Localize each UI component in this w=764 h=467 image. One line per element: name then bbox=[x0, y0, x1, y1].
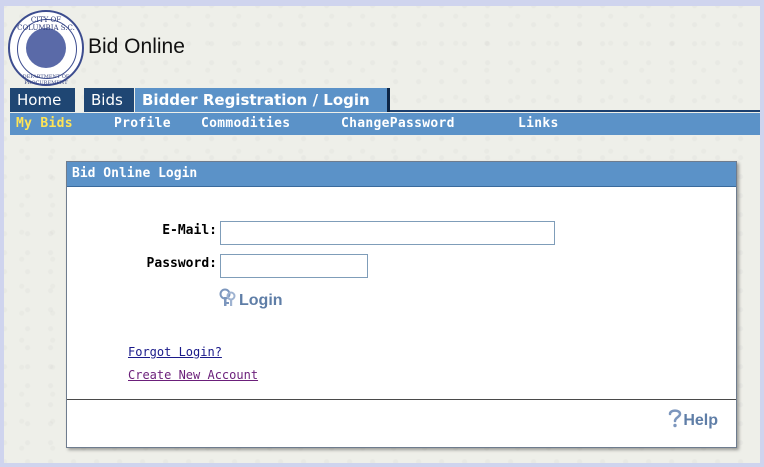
tab-home[interactable]: Home bbox=[10, 88, 75, 112]
login-button-label: Login bbox=[239, 291, 283, 309]
city-seal-logo: CITY OF COLUMBIA S.C. DEPARTMENT OF PROC… bbox=[8, 10, 84, 86]
tab-underline bbox=[390, 110, 764, 112]
email-field[interactable] bbox=[220, 221, 555, 245]
subnav-my-bids[interactable]: My Bids bbox=[16, 116, 73, 131]
create-account-link[interactable]: Create New Account bbox=[128, 368, 258, 382]
app-title: Bid Online bbox=[88, 35, 185, 58]
login-panel-title: Bid Online Login bbox=[67, 162, 736, 187]
login-panel: Bid Online Login E-Mail: Password: Login… bbox=[66, 161, 737, 448]
login-button[interactable]: Login bbox=[219, 288, 283, 313]
question-mark-icon bbox=[668, 408, 682, 433]
password-field[interactable] bbox=[220, 254, 368, 278]
top-band bbox=[0, 0, 764, 6]
tab-bidder-registration-login[interactable]: Bidder Registration / Login bbox=[135, 88, 390, 112]
subnav-commodities[interactable]: Commodities bbox=[201, 116, 290, 131]
header: CITY OF COLUMBIA S.C. DEPARTMENT OF PROC… bbox=[8, 10, 408, 86]
subnav-change-password[interactable]: ChangePassword bbox=[341, 116, 455, 131]
sub-navigation: My Bids Profile Commodities ChangePasswo… bbox=[10, 113, 764, 135]
help-button[interactable]: Help bbox=[668, 408, 718, 433]
forgot-login-link[interactable]: Forgot Login? bbox=[128, 345, 222, 359]
password-label: Password: bbox=[146, 256, 217, 271]
help-button-label: Help bbox=[683, 411, 718, 429]
tab-bids[interactable]: Bids bbox=[84, 88, 134, 112]
keys-icon bbox=[219, 288, 237, 313]
login-panel-footer: Help bbox=[67, 399, 736, 447]
seal-top-text: CITY OF COLUMBIA S.C. bbox=[17, 16, 75, 32]
seal-bottom-text: DEPARTMENT OF PROCUREMENT bbox=[22, 74, 70, 86]
email-label: E-Mail: bbox=[162, 223, 217, 238]
subnav-profile[interactable]: Profile bbox=[114, 116, 171, 131]
main-tabs: Home Bids Bidder Registration / Login bbox=[10, 88, 764, 112]
subnav-links[interactable]: Links bbox=[518, 116, 559, 131]
